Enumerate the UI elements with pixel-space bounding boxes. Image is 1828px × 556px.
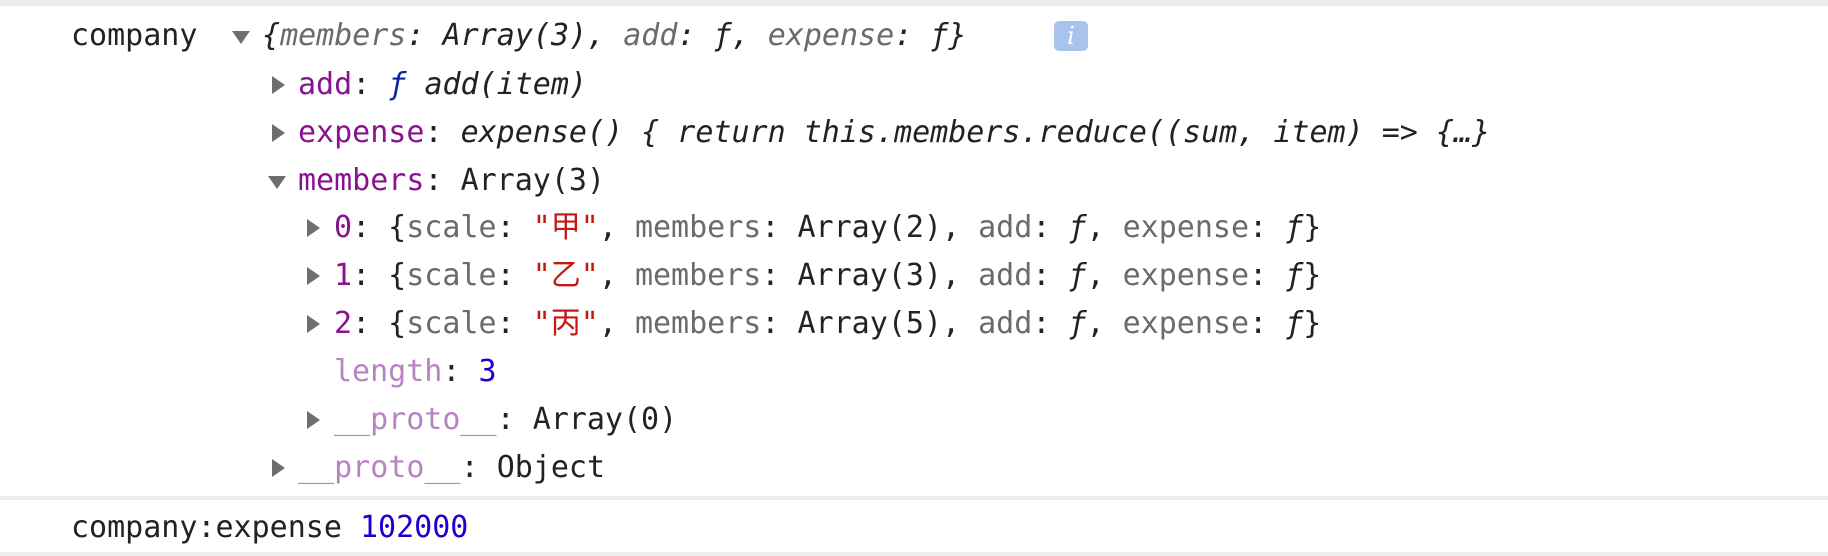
- list-item[interactable]: 2: {scale: "丙", members: Array(5), add: …: [334, 306, 1321, 342]
- triangle-right-icon[interactable]: [272, 459, 285, 477]
- triangle-right-icon[interactable]: [272, 124, 285, 142]
- triangle-right-icon[interactable]: [307, 267, 320, 285]
- property-length: length: 3: [334, 354, 497, 389]
- list-item[interactable]: 0: {scale: "甲", members: Array(2), add: …: [334, 210, 1321, 246]
- console-divider: [0, 496, 1828, 500]
- triangle-right-icon[interactable]: [307, 315, 320, 333]
- console-bottom-border: [0, 552, 1828, 556]
- property-object-proto[interactable]: __proto__: Object: [298, 450, 605, 486]
- triangle-right-icon[interactable]: [307, 411, 320, 429]
- property-add[interactable]: add: ƒ add(item): [298, 67, 587, 103]
- triangle-right-icon[interactable]: [272, 76, 285, 94]
- list-item[interactable]: 1: {scale: "乙", members: Array(3), add: …: [334, 258, 1321, 294]
- triangle-right-icon[interactable]: [307, 219, 320, 237]
- triangle-down-icon[interactable]: [268, 176, 286, 189]
- property-expense[interactable]: expense: expense() { return this.members…: [298, 115, 1490, 151]
- console-top-border: [0, 0, 1828, 6]
- property-array-proto[interactable]: __proto__: Array(0): [334, 402, 677, 438]
- log-message: company:expense 102000: [71, 510, 469, 545]
- object-label: company: [71, 18, 198, 53]
- property-members[interactable]: members: Array(3): [298, 163, 605, 199]
- info-icon[interactable]: i: [1054, 21, 1088, 51]
- triangle-down-icon[interactable]: [232, 31, 250, 44]
- object-summary[interactable]: {members: Array(3), add: ƒ, expense: ƒ}: [262, 18, 966, 54]
